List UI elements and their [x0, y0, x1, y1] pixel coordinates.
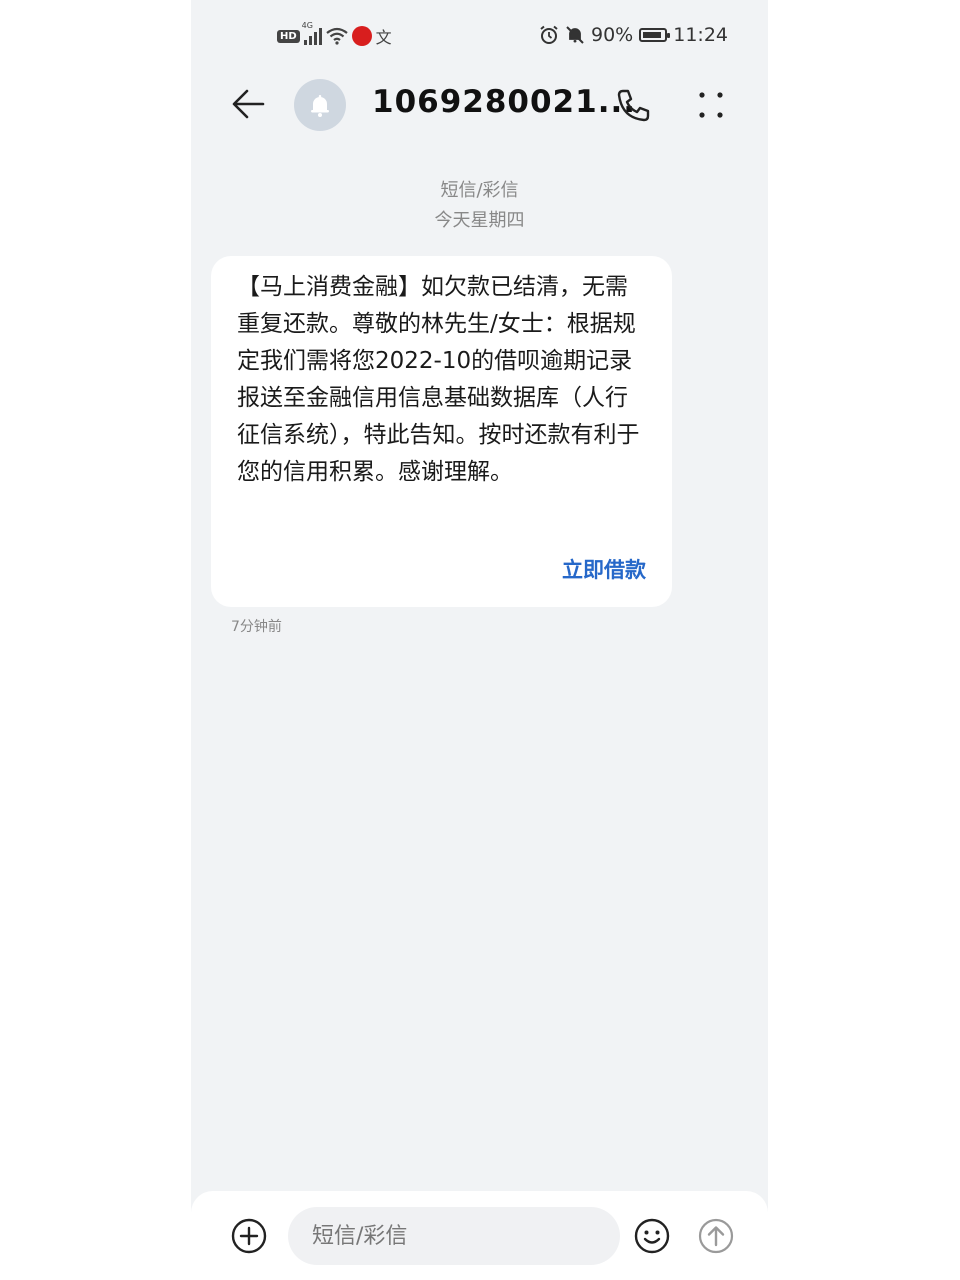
emoji-icon [634, 1218, 670, 1254]
contact-name: 1069280021... [372, 84, 637, 120]
avatar[interactable] [294, 79, 346, 131]
message-type-label: 短信/彩信 [440, 180, 519, 201]
add-circle-icon [231, 1218, 267, 1254]
signal-icon: 4G [302, 21, 322, 45]
more-options-button[interactable] [691, 86, 731, 126]
message-input[interactable] [288, 1207, 620, 1265]
phone-icon [617, 89, 650, 122]
hd-badge: HD [277, 29, 300, 43]
arrow-left-icon [232, 89, 265, 119]
status-left: HD 4G 文 [277, 21, 392, 48]
wifi-icon [325, 27, 348, 45]
bell-icon [311, 95, 329, 117]
more-vertical-icon [699, 92, 723, 118]
send-icon [698, 1218, 734, 1254]
message-text: 【马上消费金融】如欠款已结清，无需重复还款。尊敬的林先生/女士：根据规定我们需将… [237, 274, 640, 485]
alarm-icon [540, 25, 558, 44]
status-right: 90% 11:24 [539, 24, 728, 46]
send-button[interactable] [698, 1218, 734, 1254]
conversation-header: 1069280021... [191, 74, 768, 138]
emoji-button[interactable] [634, 1218, 670, 1254]
back-button[interactable] [229, 84, 269, 124]
message-timestamp: 7分钟前 [231, 619, 282, 635]
call-button[interactable] [613, 86, 653, 126]
compose-bar [191, 1191, 768, 1280]
mute-bell-icon [566, 26, 584, 44]
clock: 11:24 [673, 24, 728, 46]
battery-percent: 90% [591, 24, 634, 46]
network-label: 4G [301, 21, 313, 30]
misc-status-icon: 文 [375, 28, 392, 47]
status-bar: HD 4G 文 90% 11:24 [191, 0, 768, 74]
add-attachment-button[interactable] [231, 1218, 267, 1254]
battery-icon [639, 28, 671, 42]
battery-fill [643, 32, 662, 38]
message-bubble[interactable]: 【马上消费金融】如欠款已结清，无需重复还款。尊敬的林先生/女士：根据规定我们需将… [211, 256, 672, 607]
phone-screen: HD 4G 文 90% 11:24 1069280021... 短信/彩信 今天… [191, 0, 768, 1280]
app-notification-icon [351, 26, 372, 46]
borrow-now-link[interactable]: 立即借款 [562, 554, 646, 584]
date-separator: 今天星期四 [434, 210, 525, 231]
